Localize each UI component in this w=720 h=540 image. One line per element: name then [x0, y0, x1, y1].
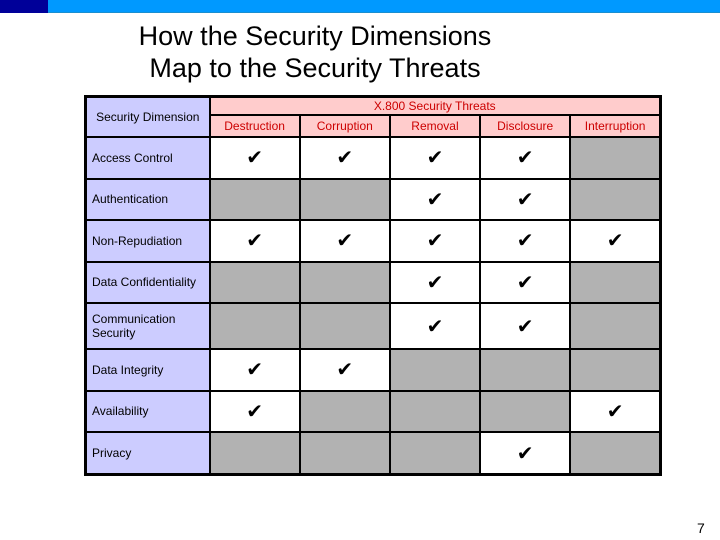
table-row: Communication Security ✔ ✔	[84, 301, 662, 351]
checkmark-icon: ✔	[336, 359, 354, 382]
unmapped-cell	[298, 431, 391, 476]
column-header-corruption: Corruption	[298, 114, 391, 138]
unmapped-cell	[569, 177, 662, 221]
unmapped-cell	[388, 431, 482, 476]
mapped-cell: ✔	[479, 219, 572, 263]
unmapped-cell	[298, 389, 391, 434]
table-row: Access Control ✔ ✔ ✔ ✔	[84, 136, 662, 180]
mapped-cell: ✔	[479, 177, 572, 221]
table-row: Data Integrity ✔ ✔	[84, 348, 662, 392]
dimension-label: Data Integrity	[84, 348, 211, 392]
unmapped-cell	[569, 431, 662, 476]
checkmark-icon: ✔	[426, 271, 444, 294]
mapped-cell: ✔	[208, 136, 301, 180]
mapped-cell: ✔	[388, 301, 482, 351]
checkmark-icon: ✔	[246, 147, 263, 170]
dimension-label: Access Control	[84, 136, 211, 180]
checkmark-icon: ✔	[426, 315, 444, 338]
mapped-cell: ✔	[208, 219, 301, 263]
checkmark-icon: ✔	[336, 230, 354, 253]
dimension-label: Communication Security	[84, 301, 211, 351]
mapped-cell: ✔	[298, 219, 391, 263]
checkmark-icon: ✔	[246, 359, 263, 382]
mapped-cell: ✔	[388, 136, 482, 180]
checkmark-icon: ✔	[516, 315, 534, 338]
table-row: Data Confidentiality ✔ ✔	[84, 260, 662, 304]
unmapped-cell	[208, 260, 301, 304]
mapped-cell: ✔	[479, 301, 572, 351]
column-header-removal: Removal	[388, 114, 482, 138]
column-header-destruction: Destruction	[208, 114, 301, 138]
unmapped-cell	[208, 301, 301, 351]
unmapped-cell	[298, 177, 391, 221]
mapped-cell: ✔	[388, 260, 482, 304]
table-row: Non-Repudiation ✔ ✔ ✔ ✔ ✔	[84, 219, 662, 263]
unmapped-cell	[569, 301, 662, 351]
mapped-cell: ✔	[569, 389, 662, 434]
checkmark-icon: ✔	[426, 147, 444, 170]
mapped-cell: ✔	[479, 136, 572, 180]
unmapped-cell	[479, 389, 572, 434]
dimension-label: Authentication	[84, 177, 211, 221]
column-header-disclosure: Disclosure	[479, 114, 572, 138]
mapped-cell: ✔	[208, 389, 301, 434]
table-row: Availability ✔ ✔	[84, 389, 662, 434]
unmapped-cell	[208, 431, 301, 476]
unmapped-cell	[298, 260, 391, 304]
mapped-cell: ✔	[569, 219, 662, 263]
table-row: Privacy ✔	[84, 431, 662, 476]
checkmark-icon: ✔	[426, 230, 444, 253]
top-banner	[0, 0, 720, 13]
threats-header: X.800 Security Threats	[208, 95, 662, 116]
unmapped-cell	[388, 389, 482, 434]
page-number: 7	[697, 520, 705, 536]
title-line-1: How the Security Dimensions	[138, 21, 492, 51]
unmapped-cell	[388, 348, 482, 392]
checkmark-icon: ✔	[516, 230, 534, 253]
dimension-label: Non-Repudiation	[84, 219, 211, 263]
dimension-label: Availability	[84, 389, 211, 434]
checkmark-icon: ✔	[516, 147, 534, 170]
checkmark-icon: ✔	[516, 442, 534, 465]
table-row: Authentication ✔ ✔	[84, 177, 662, 221]
checkmark-icon: ✔	[606, 230, 624, 253]
checkmark-icon: ✔	[606, 400, 624, 423]
mapped-cell: ✔	[479, 260, 572, 304]
mapped-cell: ✔	[208, 348, 301, 392]
checkmark-icon: ✔	[426, 188, 444, 211]
unmapped-cell	[208, 177, 301, 221]
dimension-label: Data Confidentiality	[84, 260, 211, 304]
unmapped-cell	[569, 348, 662, 392]
unmapped-cell	[569, 136, 662, 180]
mapped-cell: ✔	[388, 219, 482, 263]
dimension-header: Security Dimension	[84, 95, 211, 138]
checkmark-icon: ✔	[516, 271, 534, 294]
unmapped-cell	[298, 301, 391, 351]
checkmark-icon: ✔	[246, 400, 263, 423]
checkmark-icon: ✔	[246, 230, 263, 253]
mapped-cell: ✔	[479, 431, 572, 476]
mapped-cell: ✔	[298, 136, 391, 180]
title-line-2: Map to the Security Threats	[149, 53, 481, 83]
checkmark-icon: ✔	[336, 147, 354, 170]
unmapped-cell	[479, 348, 572, 392]
dimension-label: Privacy	[84, 431, 211, 476]
checkmark-icon: ✔	[516, 188, 534, 211]
slide-title: How the Security Dimensions Map to the S…	[100, 20, 530, 84]
mapped-cell: ✔	[388, 177, 482, 221]
unmapped-cell	[569, 260, 662, 304]
column-header-interruption: Interruption	[569, 114, 662, 138]
top-banner-accent	[0, 0, 48, 13]
mapped-cell: ✔	[298, 348, 391, 392]
mapping-table: Security Dimension X.800 Security Threat…	[84, 95, 662, 476]
